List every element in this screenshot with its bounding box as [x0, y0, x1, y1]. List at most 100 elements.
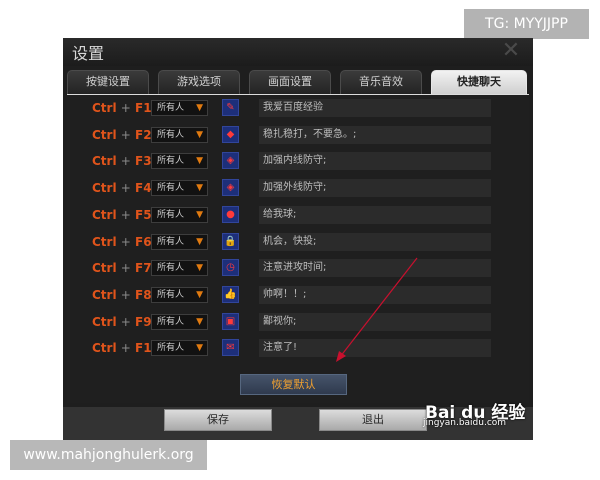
ctrl-label: Ctrl — [92, 341, 117, 356]
tab-display-settings[interactable]: 画面设置 — [249, 70, 331, 94]
shortcut-key: Ctrl + F2 — [92, 124, 154, 146]
tab-game-options[interactable]: 游戏选项 — [158, 70, 240, 94]
tab-audio[interactable]: 音乐音效 — [340, 70, 422, 94]
shortcut-row: Ctrl + F4 所有人 ▼ ◈ 加强外线防守; — [67, 177, 529, 199]
target-select[interactable]: 所有人 ▼ — [151, 126, 208, 143]
restore-default-button[interactable]: 恢复默认 — [240, 374, 347, 395]
exit-button[interactable]: 退出 — [319, 409, 427, 431]
message-input[interactable]: 机会，快投; — [259, 232, 491, 251]
shortcut-row: Ctrl + F8 所有人 ▼ 👍 帅啊！！; — [67, 284, 529, 306]
baidu-url: jingyan.baidu.com — [423, 418, 507, 428]
shortcut-key: Ctrl + F5 — [92, 204, 154, 226]
plus-label: + — [120, 101, 131, 115]
ctrl-label: Ctrl — [92, 314, 117, 329]
tab-key-settings[interactable]: 按键设置 — [67, 70, 149, 94]
function-key-label: F1 — [135, 101, 152, 115]
chevron-down-icon: ▼ — [196, 316, 203, 327]
title-bar: 设置 ✕ — [63, 38, 533, 66]
chevron-down-icon: ▼ — [196, 263, 203, 274]
chevron-down-icon: ▼ — [196, 183, 203, 194]
message-input[interactable]: 注意进攻时间; — [259, 259, 491, 278]
message-input[interactable]: 稳扎稳打，不要急。; — [259, 125, 491, 144]
target-select[interactable]: 所有人 ▼ — [151, 313, 208, 330]
thumbs-up-icon[interactable]: 👍 — [222, 285, 239, 303]
chevron-down-icon: ▼ — [196, 209, 203, 220]
target-select[interactable]: 所有人 ▼ — [151, 260, 208, 277]
watermark-bottom: www.mahjonghulerk.org — [10, 440, 207, 470]
tab-quick-chat[interactable]: 快捷聊天 — [431, 70, 527, 94]
message-input[interactable]: 给我球; — [259, 205, 491, 224]
plus-label: + — [120, 154, 131, 169]
shortcut-key: Ctrl + F1 — [92, 97, 154, 119]
shield-icon[interactable]: ◈ — [222, 152, 239, 170]
function-key-label: F2 — [135, 127, 152, 142]
message-input[interactable]: 加强外线防守; — [259, 179, 491, 198]
target-select[interactable]: 所有人 ▼ — [151, 340, 208, 357]
plus-label: + — [120, 314, 131, 329]
shortcut-key: Ctrl + F10 — [92, 337, 160, 359]
message-input[interactable]: 我爱百度经验 — [259, 99, 491, 117]
chevron-down-icon: ▼ — [196, 343, 203, 354]
screen-icon[interactable]: ▣ — [222, 312, 239, 330]
plus-label: + — [120, 234, 131, 249]
plus-label: + — [120, 207, 131, 222]
ctrl-label: Ctrl — [92, 101, 117, 115]
function-key-label: F3 — [135, 154, 152, 169]
ctrl-label: Ctrl — [92, 234, 117, 249]
chevron-down-icon: ▼ — [196, 236, 203, 247]
message-input[interactable]: 加强内线防守; — [259, 152, 491, 171]
function-key-label: F7 — [135, 261, 152, 276]
ctrl-label: Ctrl — [92, 127, 117, 142]
target-select-value: 所有人 — [157, 156, 185, 167]
close-icon[interactable]: ✕ — [499, 39, 523, 63]
target-select[interactable]: 所有人 ▼ — [151, 206, 208, 223]
ball-icon[interactable]: ● — [222, 205, 239, 223]
shortcut-row: Ctrl + F1 所有人 ▼ ✎ 我爱百度经验 — [67, 97, 529, 119]
ctrl-label: Ctrl — [92, 154, 117, 169]
message-input[interactable]: 注意了! — [259, 339, 491, 358]
chevron-down-icon: ▼ — [196, 129, 203, 140]
shortcut-key: Ctrl + F6 — [92, 231, 154, 253]
settings-dialog: 设置 ✕ 按键设置 游戏选项 画面设置 音乐音效 快捷聊天 Ctrl + F1 所… — [63, 38, 533, 440]
target-select-value: 所有人 — [157, 263, 185, 274]
target-select[interactable]: 所有人 ▼ — [151, 153, 208, 170]
function-key-label: F6 — [135, 234, 152, 249]
function-key-label: F8 — [135, 287, 152, 302]
function-key-label: F4 — [135, 181, 152, 196]
function-key-label: F5 — [135, 207, 152, 222]
steady-icon[interactable]: ◆ — [222, 125, 239, 143]
plus-label: + — [120, 261, 131, 276]
shortcut-row: Ctrl + F3 所有人 ▼ ◈ 加强内线防守; — [67, 150, 529, 172]
plus-label: + — [120, 127, 131, 142]
target-select-value: 所有人 — [157, 316, 185, 327]
shortcut-row: Ctrl + F6 所有人 ▼ 🔒 机会，快投; — [67, 231, 529, 253]
target-select[interactable]: 所有人 ▼ — [151, 233, 208, 250]
shortcut-key: Ctrl + F4 — [92, 177, 154, 199]
lock-icon[interactable]: 🔒 — [222, 232, 239, 250]
ctrl-label: Ctrl — [92, 287, 117, 302]
target-select-value: 所有人 — [157, 236, 185, 247]
target-select-value: 所有人 — [157, 183, 185, 194]
shield-icon[interactable]: ◈ — [222, 179, 239, 197]
plus-label: + — [120, 341, 131, 356]
chevron-down-icon: ▼ — [196, 289, 203, 300]
save-button[interactable]: 保存 — [164, 409, 272, 431]
target-select-value: 所有人 — [157, 209, 185, 220]
message-input[interactable]: 鄙视你; — [259, 312, 491, 331]
plus-label: + — [120, 181, 131, 196]
ctrl-label: Ctrl — [92, 181, 117, 196]
ctrl-label: Ctrl — [92, 207, 117, 222]
shortcut-key: Ctrl + F8 — [92, 284, 154, 306]
target-select[interactable]: 所有人 ▼ — [151, 180, 208, 197]
chat-icon[interactable]: ✉ — [222, 339, 239, 357]
target-select-value: 所有人 — [157, 103, 185, 113]
target-select[interactable]: 所有人 ▼ — [151, 286, 208, 303]
message-input[interactable]: 帅啊！！; — [259, 285, 491, 304]
window-title: 设置 — [72, 44, 105, 63]
shortcut-key: Ctrl + F3 — [92, 150, 154, 172]
shortcut-key: Ctrl + F7 — [92, 257, 154, 279]
pencil-icon[interactable]: ✎ — [222, 99, 239, 116]
clock-icon[interactable]: ◷ — [222, 259, 239, 277]
chevron-down-icon: ▼ — [196, 103, 203, 113]
target-select[interactable]: 所有人 ▼ — [151, 100, 208, 116]
